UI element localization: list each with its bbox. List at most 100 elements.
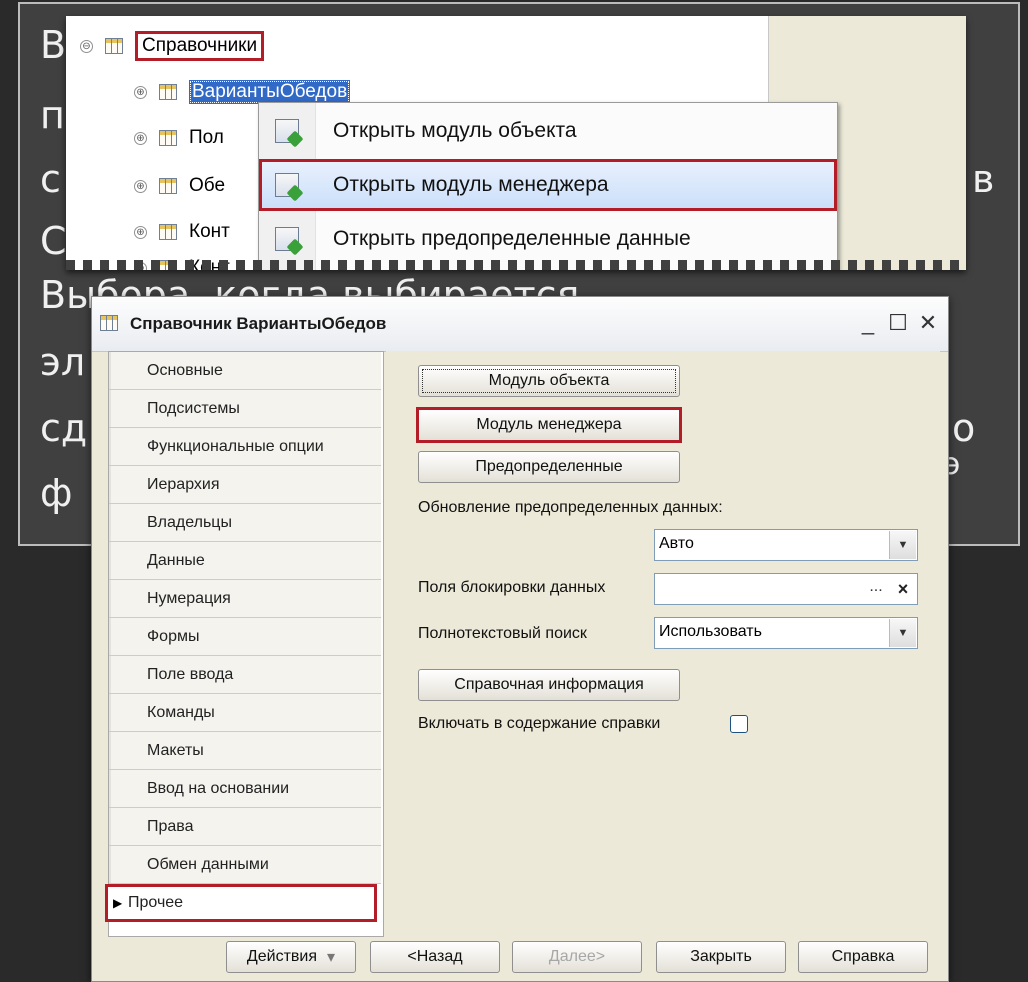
sidebar-item-functional-options[interactable]: Функциональные опции [109, 428, 381, 466]
next-button[interactable]: Далее> [512, 941, 642, 973]
clear-icon[interactable]: × [890, 575, 916, 603]
catalog-icon [159, 224, 177, 240]
dropdown-arrow-icon[interactable]: ▼ [889, 531, 916, 559]
slide-text-line-8: ф [40, 471, 73, 515]
sidebar-item-templates[interactable]: Макеты [109, 732, 381, 770]
tree-root-catalogs[interactable]: ⊖ Справочники [80, 31, 265, 61]
tree-item-lunch-variants[interactable]: ⊕ ВариантыОбедов [134, 80, 351, 104]
lock-fields-input[interactable]: ... × [654, 573, 918, 605]
tree-item-label: Конт [189, 221, 230, 242]
menu-item-open-object-module[interactable]: Открыть модуль объекта [259, 105, 837, 157]
sidebar-item-main[interactable]: Основные [109, 352, 381, 390]
tree-item[interactable]: ⊕ Обе [134, 174, 225, 198]
tree-root-label: Справочники [135, 31, 265, 61]
slide-text-right-2: о [952, 406, 976, 450]
sidebar-item-other[interactable]: ▶ Прочее [105, 884, 377, 922]
actions-label: Действия [246, 948, 318, 965]
slide-text-line-3: с [40, 157, 61, 201]
expand-icon[interactable]: ⊕ [134, 131, 147, 145]
slide-text-line-1: В [40, 23, 67, 67]
tree-item[interactable]: ⊕ Пол [134, 126, 224, 150]
fulltext-search-label: Полнотекстовый поиск [418, 625, 587, 642]
sidebar-item-label: Функциональные опции [147, 437, 324, 455]
menu-item-label: Открыть предопределенные данные [333, 227, 691, 250]
sidebar-item-label: Подсистемы [147, 399, 240, 417]
collapse-icon[interactable]: ⊖ [80, 39, 93, 53]
metadata-tree: ⊖ Справочники ⊕ ВариантыОбедов ⊕ Пол ⊕ О… [66, 16, 966, 270]
help-button[interactable]: Справка [798, 941, 928, 973]
lock-fields-label: Поля блокировки данных [418, 579, 606, 596]
tree-item-label: ВариантыОбедов [189, 80, 351, 104]
menu-item-label: Открыть модуль менеджера [333, 173, 609, 196]
sidebar-item-input-by-basis[interactable]: Ввод на основании [109, 770, 381, 808]
expand-icon[interactable]: ⊕ [134, 85, 147, 99]
properties-sidebar: Основные Подсистемы Функциональные опции… [105, 351, 384, 937]
catalog-icon [100, 315, 118, 331]
close-button[interactable]: Закрыть [656, 941, 786, 973]
sidebar-item-hierarchy[interactable]: Иерархия [109, 466, 381, 504]
module-edit-icon [275, 173, 299, 197]
torn-edge [66, 260, 966, 270]
menu-item-label: Открыть модуль объекта [333, 119, 577, 142]
update-predefined-label: Обновление предопределенных данных: [418, 499, 723, 516]
dialog-title: Справочник ВариантыОбедов [130, 314, 387, 333]
object-module-button[interactable]: Модуль объекта [418, 365, 680, 397]
sidebar-item-label: Данные [147, 551, 205, 569]
sidebar-item-owners[interactable]: Владельцы [109, 504, 381, 542]
tree-item[interactable]: ⊕ Конт [134, 220, 230, 244]
slide-text-line-7: сд [40, 406, 88, 450]
sidebar-item-label: Формы [147, 627, 200, 645]
slide-text-right-1: в [972, 157, 995, 201]
select-dots-icon[interactable]: ... [863, 575, 889, 603]
menu-item-open-manager-module[interactable]: Открыть модуль менеджера [259, 159, 837, 211]
fulltext-search-value: Использовать [659, 623, 762, 640]
sidebar-item-label: Макеты [147, 741, 204, 759]
sidebar-item-label: Права [147, 817, 194, 835]
catalog-properties-dialog: Справочник ВариантыОбедов _ ☐ ✕ Основные… [91, 296, 949, 982]
update-predefined-select[interactable]: Авто ▼ [654, 529, 918, 561]
menu-item-open-predefined-data[interactable]: Открыть предопределенные данные [259, 213, 837, 265]
sidebar-item-label: Команды [147, 703, 215, 721]
sidebar-item-data[interactable]: Данные [109, 542, 381, 580]
sidebar-item-label: Обмен данными [147, 855, 269, 873]
manager-module-button[interactable]: Модуль менеджера [416, 407, 682, 443]
catalog-icon [105, 38, 123, 54]
sidebar-item-commands[interactable]: Команды [109, 694, 381, 732]
slide-text-line-4: С [40, 219, 67, 263]
help-info-button[interactable]: Справочная информация [418, 669, 680, 701]
actions-button[interactable]: Действия ▾ [226, 941, 356, 973]
tree-item-label: Пол [189, 127, 224, 148]
sidebar-item-forms[interactable]: Формы [109, 618, 381, 656]
catalog-icon [159, 84, 177, 100]
expand-icon[interactable]: ⊕ [134, 225, 147, 239]
include-in-help-label: Включать в содержание справки [418, 715, 661, 732]
dialog-titlebar[interactable]: Справочник ВариантыОбедов _ ☐ ✕ [92, 297, 948, 352]
slide-text-line-2: п [40, 93, 65, 137]
catalog-icon [159, 178, 177, 194]
predefined-data-icon [275, 227, 299, 251]
sidebar-item-label: Ввод на основании [147, 779, 290, 797]
tree-item-label: Обе [189, 175, 226, 196]
sidebar-item-data-exchange[interactable]: Обмен данными [109, 846, 381, 884]
properties-content: Модуль объекта Модуль менеджера Предопре… [386, 351, 940, 937]
include-in-help-checkbox[interactable] [730, 715, 748, 733]
sidebar-item-subsystems[interactable]: Подсистемы [109, 390, 381, 428]
active-arrow-icon: ▶ [113, 896, 123, 910]
back-button[interactable]: <Назад [370, 941, 500, 973]
maximize-button[interactable]: ☐ [884, 309, 912, 337]
fulltext-search-select[interactable]: Использовать ▼ [654, 617, 918, 649]
sidebar-item-label: Основные [147, 361, 223, 379]
update-predefined-value: Авто [659, 535, 694, 552]
dropdown-arrow-icon[interactable]: ▼ [889, 619, 916, 647]
catalog-icon [159, 130, 177, 146]
sidebar-item-label: Поле ввода [147, 665, 234, 683]
expand-icon[interactable]: ⊕ [134, 179, 147, 193]
sidebar-item-rights[interactable]: Права [109, 808, 381, 846]
sidebar-item-numbering[interactable]: Нумерация [109, 580, 381, 618]
close-window-button[interactable]: ✕ [914, 309, 942, 337]
sidebar-item-label: Нумерация [147, 589, 231, 607]
predefined-button[interactable]: Предопределенные [418, 451, 680, 483]
sidebar-item-input-field[interactable]: Поле ввода [109, 656, 381, 694]
minimize-button[interactable]: _ [854, 309, 882, 337]
sidebar-item-label: Иерархия [147, 475, 220, 493]
